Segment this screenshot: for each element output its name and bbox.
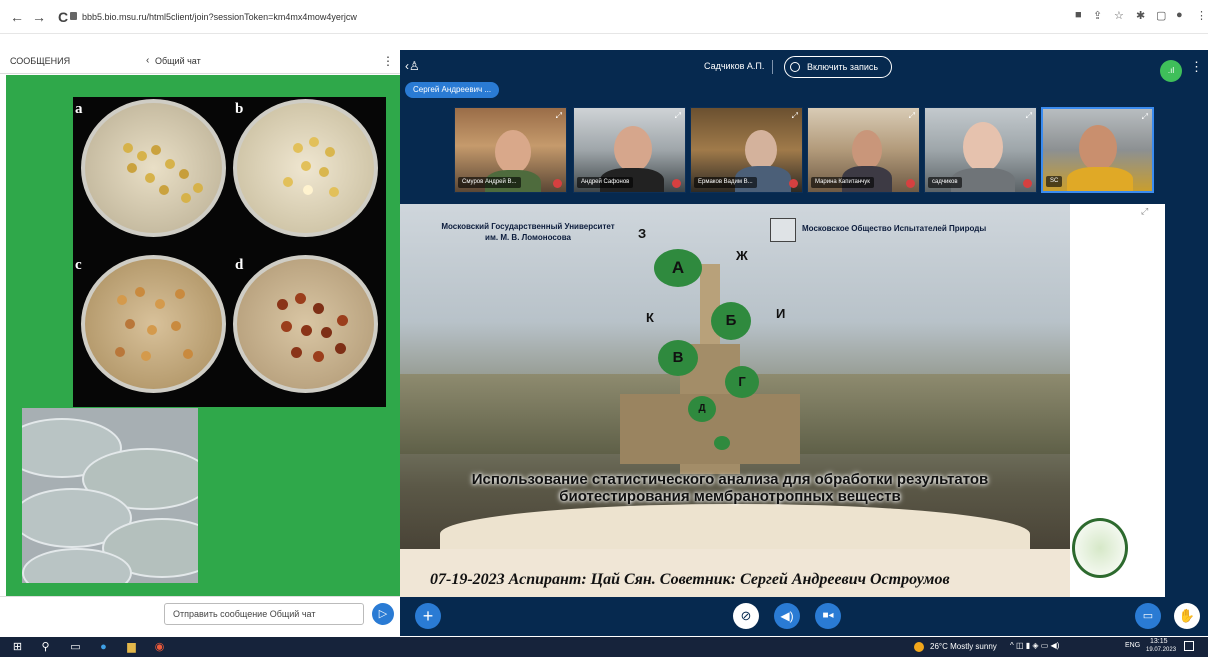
participant-name: SC	[1046, 176, 1063, 187]
users-toggle-icon[interactable]: ‹♙	[405, 59, 420, 73]
menu-icon[interactable]: ⋮	[1196, 9, 1207, 22]
participant-name: Смуров Андрей В...	[458, 177, 521, 188]
extensions-icon[interactable]: ✱	[1136, 9, 1145, 22]
notifications-icon[interactable]	[1184, 641, 1194, 651]
send-button[interactable]: ▷	[372, 603, 394, 625]
participant-name: садчиков	[928, 177, 962, 188]
clock-time[interactable]: 13:15	[1150, 638, 1168, 645]
media-icon[interactable]: ■	[1075, 9, 1082, 21]
slide-title: Использование статистического анализа дл…	[471, 471, 989, 505]
presentation-slide	[400, 204, 1070, 597]
weather-icon	[914, 642, 924, 652]
letter-ball: В	[658, 340, 698, 376]
mic-muted-icon	[789, 179, 798, 188]
search-icon[interactable]: ⚲	[38, 640, 53, 654]
presenter-badge[interactable]: Сергей Андреевич ...	[405, 82, 500, 98]
actions-button[interactable]: +	[415, 603, 441, 629]
dish-label-c: c	[75, 257, 82, 273]
language-indicator[interactable]: ENG	[1125, 642, 1140, 649]
camera-icon[interactable]: ■◂	[815, 603, 841, 629]
participant-name: Андрей Сафонов	[577, 177, 634, 188]
petri-dish-d	[233, 255, 378, 393]
chrome-icon[interactable]: ◉	[152, 640, 167, 654]
participant-tile[interactable]: ⤢ Ермаков Вадим В...	[690, 107, 803, 193]
petri-dishes-photo	[22, 408, 198, 583]
floating-letter: К	[646, 310, 654, 325]
society-emblem	[1072, 518, 1128, 578]
options-menu-icon[interactable]: ⋮	[1190, 59, 1203, 75]
petri-dish-figure: a b c d	[73, 97, 386, 407]
society-name: Московское Общество Испытателей Природы	[802, 224, 987, 233]
university-name: Московский Государственный Университет	[441, 222, 615, 231]
participant-tile[interactable]: ⤢ Андрей Сафонов	[573, 107, 686, 193]
edge-icon[interactable]: ●	[96, 640, 111, 654]
address-bar[interactable]: bbb5.bio.msu.ru/html5client/join?session…	[82, 8, 357, 26]
participant-name: Ермаков Вадим В...	[694, 177, 757, 188]
dish-label-d: d	[235, 257, 244, 273]
letter-ball-small	[714, 436, 730, 450]
split-icon[interactable]: ▢	[1156, 9, 1166, 22]
record-icon	[790, 62, 800, 72]
audio-icon[interactable]: ◀)	[774, 603, 800, 629]
lock-icon	[70, 12, 77, 20]
header-divider	[772, 60, 773, 74]
slide-footer: 07-19-2023 Аспирант: Цай Сян. Советник: …	[430, 571, 950, 588]
floating-letter: И	[776, 306, 786, 321]
petri-dish-b	[233, 99, 378, 237]
expand-icon: ⤢	[555, 111, 562, 120]
university-name-line2: им. М. В. Ломоносова	[485, 233, 571, 242]
task-view-icon[interactable]: ▭	[68, 640, 83, 654]
society-logo	[770, 218, 796, 242]
system-tray-icons[interactable]: ^ ◫ ▮ ◈ ▭ ◀)	[1010, 641, 1059, 650]
raise-hand-icon[interactable]: ✋	[1174, 603, 1200, 629]
fullscreen-icon[interactable]: ⤢	[1141, 206, 1148, 217]
clock-date[interactable]: 19.07.2023	[1146, 647, 1176, 653]
file-explorer-icon[interactable]: ▆	[124, 640, 139, 654]
mic-muted-icon	[1023, 179, 1032, 188]
mic-muted-icon	[906, 179, 915, 188]
windows-start-icon[interactable]: ⊞	[10, 640, 25, 654]
letter-ball: Б	[711, 302, 751, 340]
participant-tile[interactable]: ⤢ садчиков	[924, 107, 1037, 193]
back-icon[interactable]: ←	[8, 8, 26, 26]
mic-off-icon[interactable]: ⊘	[733, 603, 759, 629]
participant-name: Марина Капитанчук	[811, 177, 874, 188]
chat-back-button[interactable]: Общий чат	[155, 56, 201, 66]
chat-menu-icon[interactable]: ⋮	[382, 54, 394, 68]
petri-dish-c	[81, 255, 226, 393]
expand-icon: ⤢	[791, 111, 798, 120]
expand-icon: ⤢	[674, 111, 681, 120]
screen-share-icon[interactable]: ▭	[1135, 603, 1161, 629]
chevron-left-icon[interactable]: ‹	[146, 55, 149, 66]
participant-tile[interactable]: ⤢ Марина Капитанчук	[807, 107, 920, 193]
signal-icon[interactable]: .ıl	[1160, 60, 1182, 82]
expand-icon: ⤢	[908, 111, 915, 120]
dish-label-b: b	[235, 101, 244, 117]
petri-dish-a	[81, 99, 226, 237]
participant-tile[interactable]: ⤢ Смуров Андрей В...	[454, 107, 567, 193]
participant-tile-active[interactable]: ⤢ SC	[1041, 107, 1154, 193]
expand-icon: ⤢	[1141, 112, 1148, 121]
record-button[interactable]: Включить запись	[784, 56, 892, 78]
share-icon[interactable]: ⇪	[1093, 9, 1102, 22]
mic-muted-icon	[672, 179, 681, 188]
profile-icon[interactable]: ●	[1176, 9, 1183, 21]
star-icon[interactable]: ☆	[1114, 9, 1124, 22]
browser-toolbar: ← → C bbb5.bio.msu.ru/html5client/join?s…	[0, 0, 1208, 34]
chat-message-input[interactable]: Отправить сообщение Общий чат	[164, 603, 364, 625]
letter-ball: А	[654, 249, 702, 287]
dish-label-a: a	[75, 101, 83, 117]
letter-ball: Г	[725, 366, 759, 398]
meeting-name: Садчиков А.П.	[704, 61, 765, 71]
control-bar	[400, 597, 1208, 636]
weather-text[interactable]: 26°C Mostly sunny	[930, 642, 997, 651]
forward-icon[interactable]: →	[30, 8, 48, 26]
floating-letter: З	[638, 226, 647, 241]
letter-ball: Д	[688, 396, 716, 422]
chat-title: СООБЩЕНИЯ	[10, 56, 71, 66]
expand-icon: ⤢	[1025, 111, 1032, 120]
mic-muted-icon	[553, 179, 562, 188]
floating-letter: Ж	[736, 248, 748, 263]
